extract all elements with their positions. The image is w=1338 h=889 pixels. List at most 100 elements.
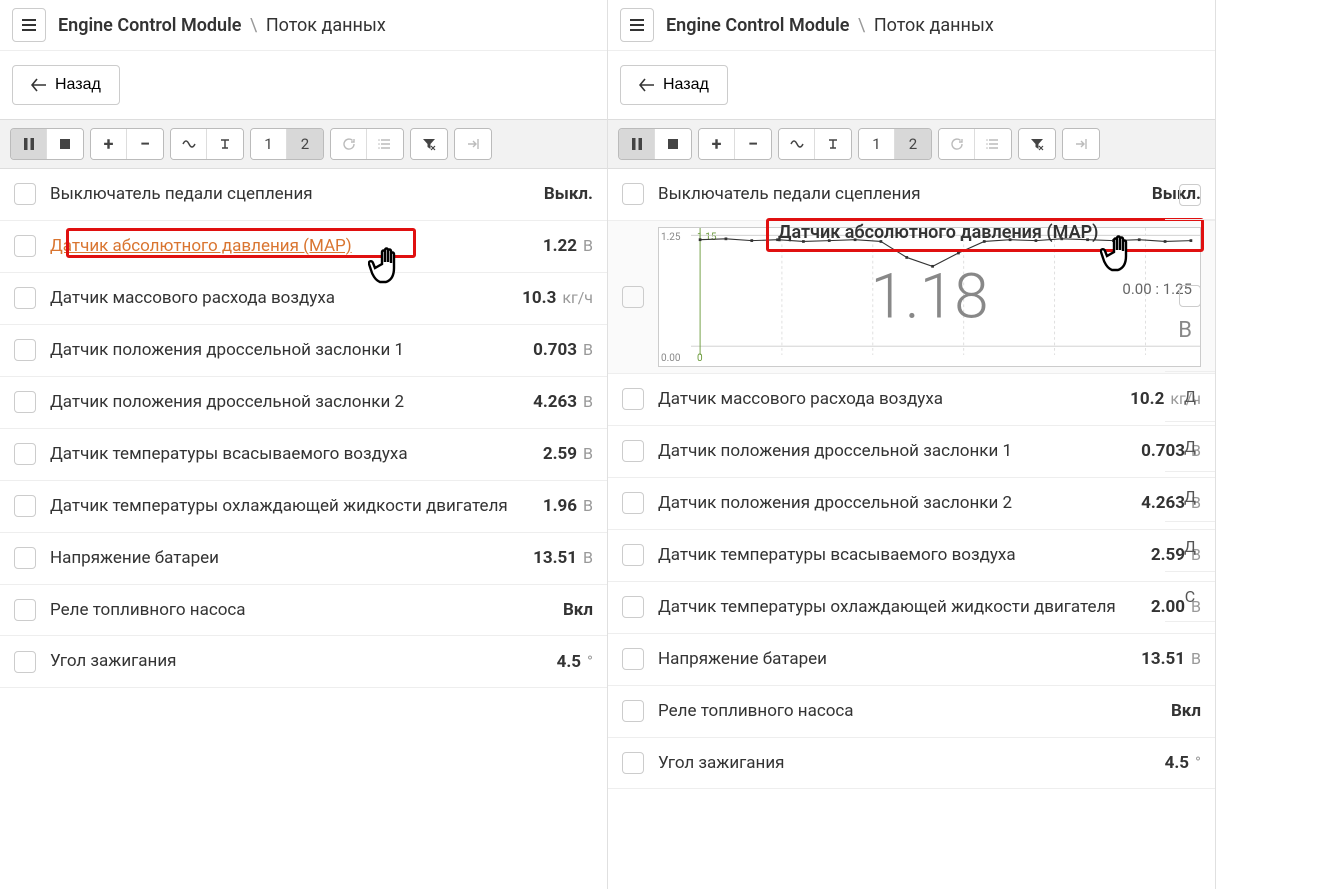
row-checkbox[interactable] (1179, 285, 1201, 307)
data-row[interactable]: Датчик массового расхода воздуха10.2 кг/… (608, 374, 1215, 426)
cols-1-button[interactable]: 1 (251, 129, 287, 159)
data-row[interactable]: Датчик температуры всасываемого воздуха2… (0, 429, 607, 481)
row-checkbox[interactable] (622, 596, 644, 618)
row-label[interactable]: Напряжение батареи (50, 547, 519, 570)
row-checkbox[interactable] (14, 235, 36, 257)
row-checkbox[interactable] (14, 599, 36, 621)
row-unit: ° (1191, 753, 1201, 772)
data-row[interactable]: Угол зажигания4.5 ° (608, 738, 1215, 790)
row-label[interactable]: Датчик положения дроссельной заслонки 2 (50, 391, 519, 414)
row-checkbox[interactable] (622, 648, 644, 670)
data-row[interactable]: Напряжение батареи13.51 В (0, 533, 607, 585)
cols-2-button[interactable]: 2 (287, 129, 323, 159)
row-checkbox[interactable] (14, 391, 36, 413)
wave-icon (182, 137, 196, 151)
row-label[interactable]: Датчик температуры всасываемого воздуха (50, 443, 529, 466)
filter-clear-button[interactable] (411, 129, 447, 159)
refresh-button[interactable] (331, 129, 367, 159)
row-label[interactable]: Реле топливного насоса (50, 599, 549, 622)
row-checkbox[interactable] (14, 183, 36, 205)
cols-1-button[interactable]: 1 (859, 129, 895, 159)
row-label[interactable]: Датчик массового расхода воздуха (50, 287, 508, 310)
row-checkbox[interactable] (14, 651, 36, 673)
data-row[interactable]: Угол зажигания 4.5 ° (0, 636, 607, 688)
data-row[interactable]: Датчик положения дроссельной заслонки 24… (0, 377, 607, 429)
row-label[interactable]: Датчик положения дроссельной заслонки 1 (50, 339, 519, 362)
row-checkbox[interactable] (14, 495, 36, 517)
row-checkbox[interactable] (622, 544, 644, 566)
back-button[interactable]: Назад (620, 65, 728, 105)
zoom-out-button[interactable]: − (127, 129, 163, 159)
breadcrumb-page[interactable]: Поток данных (874, 15, 994, 36)
refresh-button[interactable] (939, 129, 975, 159)
list-button[interactable] (975, 129, 1011, 159)
text-button[interactable] (207, 129, 243, 159)
data-row[interactable]: Датчик положения дроссельной заслонки 10… (608, 426, 1215, 478)
text-button[interactable] (815, 129, 851, 159)
data-row[interactable]: Выключатель педали сцепленияВыкл. (608, 169, 1215, 221)
data-list[interactable]: Выключатель педали сцепленияВыкл. 1.25 0… (608, 169, 1215, 889)
export-button[interactable] (455, 129, 491, 159)
filter-clear-button[interactable] (1019, 129, 1055, 159)
ghost-label: Д (1184, 437, 1196, 456)
row-checkbox[interactable] (622, 183, 644, 205)
data-row[interactable]: Датчик температуры охлаждающей жидкости … (608, 582, 1215, 634)
data-row[interactable]: Датчик температуры охлаждающей жидкости … (0, 481, 607, 533)
zoom-out-button[interactable]: − (735, 129, 771, 159)
cols-2-button[interactable]: 2 (895, 129, 931, 159)
zoom-in-button[interactable]: + (699, 129, 735, 159)
right-pane: Engine Control Module \ Поток данных Наз… (608, 0, 1216, 889)
data-row[interactable]: Датчик положения дроссельной заслонки 24… (608, 478, 1215, 530)
row-checkbox[interactable] (14, 287, 36, 309)
pause-button[interactable] (11, 129, 47, 159)
export-button[interactable] (1063, 129, 1099, 159)
zoom-in-button[interactable]: + (91, 129, 127, 159)
data-row[interactable]: Реле топливного насосаВкл (608, 686, 1215, 738)
row-label[interactable]: Выключатель педали сцепления (658, 183, 1138, 206)
row-label[interactable]: Датчик температуры всасываемого воздуха (658, 544, 1137, 567)
row-checkbox[interactable] (622, 752, 644, 774)
row-label[interactable]: Датчик температуры охлаждающей жидкости … (50, 495, 529, 518)
back-label: Назад (663, 76, 709, 94)
row-label[interactable]: Угол зажигания (50, 650, 543, 673)
wave-button[interactable] (171, 129, 207, 159)
row-checkbox[interactable] (622, 286, 644, 308)
row-label[interactable]: Датчик положения дроссельной заслонки 2 (658, 492, 1127, 515)
breadcrumb-page[interactable]: Поток данных (266, 15, 386, 36)
menu-button[interactable] (620, 8, 654, 42)
row-label[interactable]: Напряжение батареи (658, 648, 1127, 671)
stop-button[interactable] (47, 129, 83, 159)
row-label[interactable]: Датчик положения дроссельной заслонки 1 (658, 440, 1127, 463)
data-row[interactable]: Датчик положения дроссельной заслонки 10… (0, 325, 607, 377)
data-row[interactable]: Напряжение батареи13.51 В (608, 634, 1215, 686)
plus-icon: + (712, 134, 722, 155)
list-button[interactable] (367, 129, 403, 159)
data-list[interactable]: Выключатель педали сцепленияВыкл. Датчик … (0, 169, 607, 889)
row-checkbox[interactable] (622, 388, 644, 410)
row-checkbox[interactable] (14, 443, 36, 465)
row-checkbox[interactable] (622, 492, 644, 514)
data-row[interactable]: Реле топливного насосаВкл (0, 585, 607, 637)
row-checkbox[interactable] (14, 339, 36, 361)
row-label[interactable]: Датчик температуры охлаждающей жидкости … (658, 596, 1137, 619)
stop-button[interactable] (655, 129, 691, 159)
row-label[interactable]: Реле топливного насоса (658, 700, 1157, 723)
data-row[interactable]: Датчик температуры всасываемого воздуха2… (608, 530, 1215, 582)
row-label[interactable]: Выключатель педали сцепления (50, 183, 530, 206)
row-checkbox[interactable] (622, 700, 644, 722)
data-row[interactable]: Выключатель педали сцепленияВыкл. (0, 169, 607, 221)
breadcrumb-module[interactable]: Engine Control Module (666, 15, 849, 36)
data-row[interactable]: Датчик массового расхода воздуха10.3 кг/… (0, 273, 607, 325)
row-checkbox[interactable] (1179, 184, 1201, 206)
row-value: 4.5 ° (557, 652, 593, 672)
row-checkbox[interactable] (14, 547, 36, 569)
menu-button[interactable] (12, 8, 46, 42)
back-button[interactable]: Назад (12, 65, 120, 105)
row-label[interactable]: Датчик массового расхода воздуха (658, 388, 1116, 411)
plus-icon: + (104, 134, 114, 155)
breadcrumb-module[interactable]: Engine Control Module (58, 15, 241, 36)
row-checkbox[interactable] (622, 440, 644, 462)
pause-button[interactable] (619, 129, 655, 159)
row-label[interactable]: Угол зажигания (658, 752, 1151, 775)
wave-button[interactable] (779, 129, 815, 159)
